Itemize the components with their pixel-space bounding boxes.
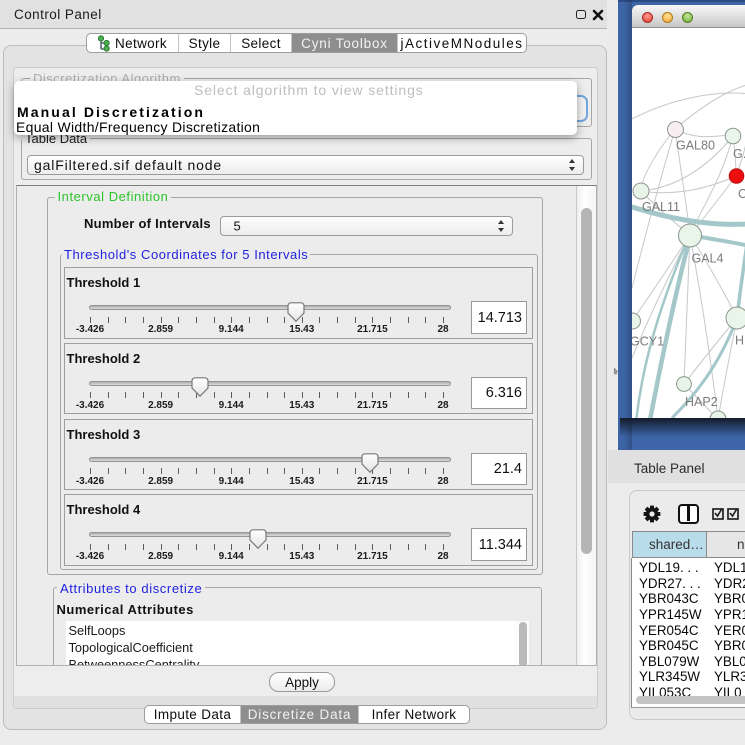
svg-text:G.: G. (733, 147, 745, 161)
svg-text:C: C (738, 187, 745, 201)
svg-text:GAL11: GAL11 (642, 200, 680, 214)
svg-text:GCY1: GCY1 (632, 335, 664, 349)
svg-text:HAP2: HAP2 (685, 395, 718, 409)
svg-text:H: H (735, 334, 744, 348)
svg-text:GAL4: GAL4 (692, 252, 724, 266)
svg-text:GAL80: GAL80 (676, 139, 715, 153)
